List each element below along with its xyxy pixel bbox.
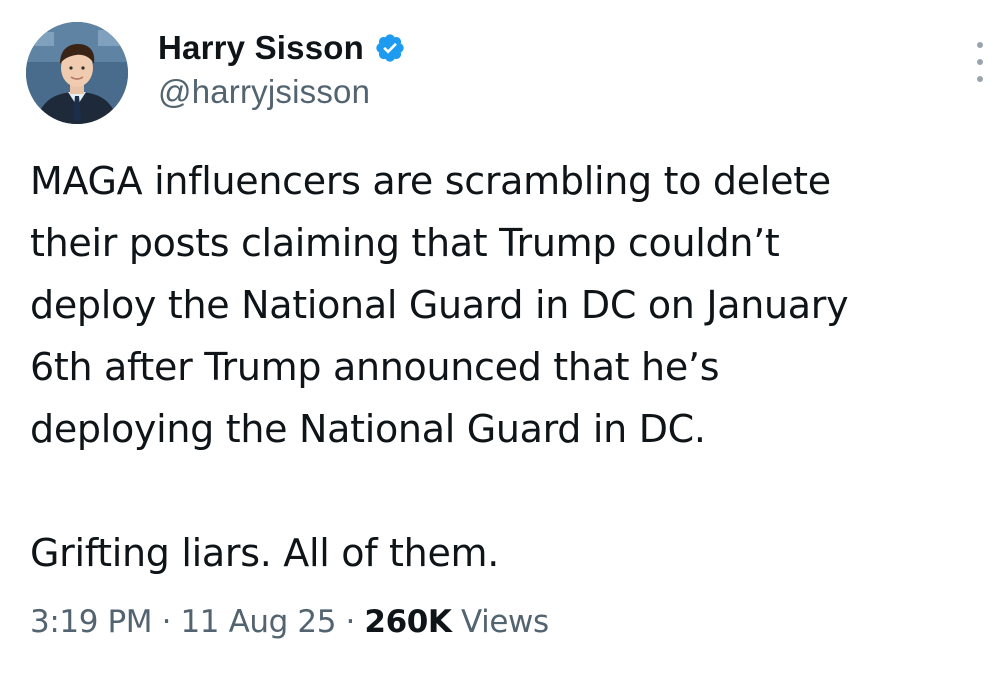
display-name[interactable]: Harry Sisson — [158, 28, 364, 68]
tweet-meta: 3:19 PM · 11 Aug 25 · 260K Views — [30, 600, 549, 644]
avatar[interactable] — [26, 22, 128, 124]
tweet-paragraph: Grifting liars. All of them. — [30, 531, 500, 575]
tweet-card: Harry Sisson @harryjsisson MAGA influenc… — [0, 0, 1000, 675]
user-handle[interactable]: @harryjsisson — [158, 72, 406, 112]
tweet-time[interactable]: 3:19 PM — [30, 604, 153, 640]
meta-separator: · — [336, 604, 365, 640]
meta-separator: · — [152, 604, 181, 640]
more-options-icon — [977, 42, 983, 48]
verified-badge-icon[interactable] — [374, 32, 406, 64]
tweet-paragraph: MAGA influencers are scrambling to delet… — [30, 159, 849, 451]
views-label: Views — [451, 604, 549, 640]
tweet-date[interactable]: 11 Aug 25 — [180, 604, 336, 640]
tweet-text: MAGA influencers are scrambling to delet… — [30, 150, 990, 584]
more-options-icon-dot — [977, 59, 983, 65]
views-count: 260K — [364, 604, 452, 640]
profile-photo-icon — [26, 22, 128, 124]
name-row: Harry Sisson — [158, 28, 406, 68]
author-info: Harry Sisson @harryjsisson — [158, 28, 406, 112]
more-options-icon-dot — [977, 76, 983, 82]
more-options-button[interactable] — [972, 42, 988, 82]
